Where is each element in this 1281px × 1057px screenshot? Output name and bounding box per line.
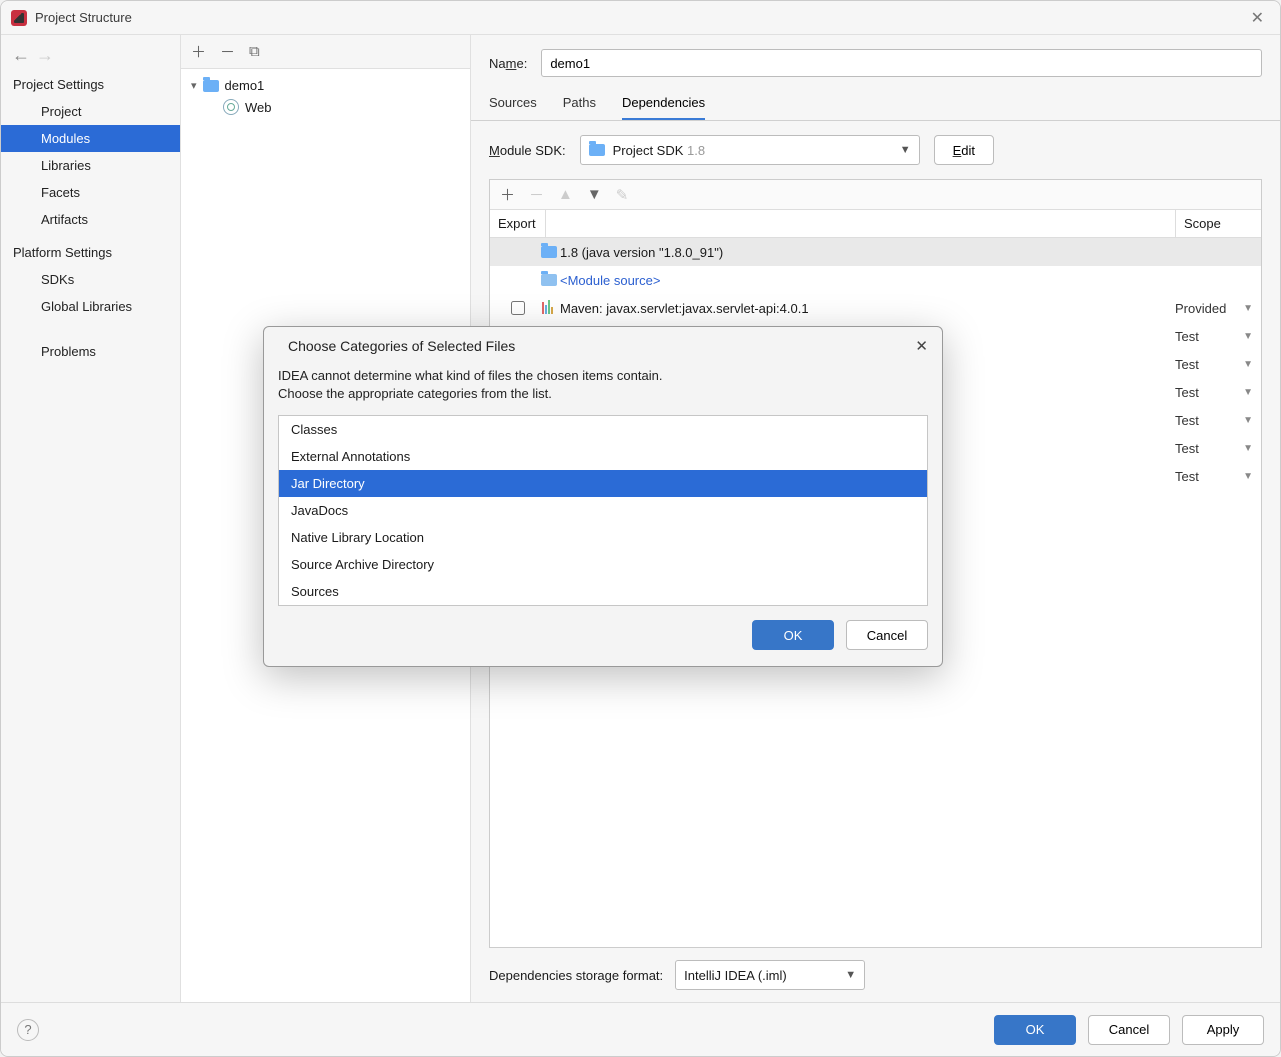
dependencies-toolbar: ＋ － ▲ ▼ ✎ — [490, 180, 1261, 210]
dialog-description: IDEA cannot determine what kind of files… — [264, 365, 942, 411]
sidebar-item-sdks[interactable]: SDKs — [1, 266, 180, 293]
dialog-footer: ? OK Cancel Apply — [1, 1002, 1280, 1056]
sidebar-item-modules[interactable]: Modules — [1, 125, 180, 152]
add-icon[interactable]: ＋ — [191, 41, 206, 62]
web-facet-icon — [223, 99, 239, 115]
dependency-row-module-source[interactable]: <Module source> — [490, 266, 1261, 294]
category-native-library[interactable]: Native Library Location — [279, 524, 927, 551]
storage-format-label: Dependencies storage format: — [489, 968, 663, 983]
scope-dropdown[interactable]: Test▼ — [1175, 441, 1253, 456]
sidebar-item-problems[interactable]: Problems — [1, 338, 180, 365]
ok-button[interactable]: OK — [994, 1015, 1076, 1045]
remove-dependency-icon[interactable]: － — [529, 184, 544, 205]
category-external-annotations[interactable]: External Annotations — [279, 443, 927, 470]
category-source-archive[interactable]: Source Archive Directory — [279, 551, 927, 578]
sidebar-item-project[interactable]: Project — [1, 98, 180, 125]
titlebar: Project Structure ✕ — [1, 1, 1280, 35]
scope-dropdown[interactable]: Test▼ — [1175, 469, 1253, 484]
sdk-folder-icon — [589, 144, 605, 156]
move-down-icon[interactable]: ▼ — [587, 186, 602, 203]
nav-back-icon[interactable]: ← — [11, 45, 31, 65]
dependency-row-sdk[interactable]: 1.8 (java version "1.8.0_91") — [490, 238, 1261, 266]
remove-icon[interactable]: － — [220, 41, 235, 62]
tree-node-label: demo1 — [225, 78, 265, 93]
dependency-name: Maven: javax.servlet:javax.servlet-api:4… — [560, 301, 1175, 316]
scope-dropdown[interactable]: Test▼ — [1175, 413, 1253, 428]
dependency-row-maven[interactable]: Maven: javax.servlet:javax.servlet-api:4… — [490, 294, 1261, 322]
header-export[interactable]: Export — [490, 210, 546, 237]
tree-node-label: Web — [245, 100, 272, 115]
window-title: Project Structure — [35, 10, 132, 25]
module-tabs: Sources Paths Dependencies — [471, 87, 1280, 121]
tab-paths[interactable]: Paths — [563, 87, 596, 120]
sidebar-item-global-libraries[interactable]: Global Libraries — [1, 293, 180, 320]
category-jar-directory[interactable]: Jar Directory — [279, 470, 927, 497]
edit-dependency-icon[interactable]: ✎ — [616, 186, 629, 204]
platform-settings-heading: Platform Settings — [1, 239, 180, 266]
scope-dropdown[interactable]: Provided▼ — [1175, 301, 1253, 316]
category-list[interactable]: Classes External Annotations Jar Directo… — [278, 415, 928, 606]
chevron-down-icon: ▼ — [900, 144, 911, 156]
sdk-value: Project SDK 1.8 — [613, 143, 706, 158]
dialog-ok-button[interactable]: OK — [752, 620, 834, 650]
cancel-button[interactable]: Cancel — [1088, 1015, 1170, 1045]
category-sources[interactable]: Sources — [279, 578, 927, 605]
dependency-name: 1.8 (java version "1.8.0_91") — [560, 245, 1253, 260]
copy-icon[interactable]: ⧉ — [249, 43, 260, 60]
close-icon[interactable]: ✕ — [1245, 6, 1270, 30]
close-icon[interactable]: ✕ — [915, 337, 928, 355]
chevron-down-icon[interactable]: ▾ — [191, 79, 197, 92]
storage-format-combo[interactable]: IntelliJ IDEA (.iml) ▼ — [675, 960, 865, 990]
scope-dropdown[interactable]: Test▼ — [1175, 385, 1253, 400]
module-folder-icon — [203, 80, 219, 92]
nav-forward-icon[interactable]: → — [35, 45, 55, 65]
settings-sidebar: ← → Project Settings Project Modules Lib… — [1, 35, 181, 1002]
apply-button[interactable]: Apply — [1182, 1015, 1264, 1045]
dialog-title: Choose Categories of Selected Files — [288, 338, 515, 354]
sidebar-item-libraries[interactable]: Libraries — [1, 152, 180, 179]
module-sdk-label: Module SDK: — [489, 143, 566, 158]
move-up-icon[interactable]: ▲ — [558, 186, 573, 203]
tree-node-demo1[interactable]: ▾ demo1 — [191, 75, 460, 96]
header-name — [546, 210, 1175, 237]
module-sdk-combo[interactable]: Project SDK 1.8 ▼ — [580, 135, 920, 165]
tab-sources[interactable]: Sources — [489, 87, 537, 120]
sidebar-item-facets[interactable]: Facets — [1, 179, 180, 206]
scope-dropdown[interactable]: Test▼ — [1175, 329, 1253, 344]
intellij-icon — [11, 10, 27, 26]
dependencies-header: Export Scope — [490, 210, 1261, 238]
module-name-input[interactable] — [541, 49, 1262, 77]
dependency-name: <Module source> — [560, 273, 1253, 288]
header-scope[interactable]: Scope — [1175, 210, 1261, 237]
dialog-cancel-button[interactable]: Cancel — [846, 620, 928, 650]
choose-categories-dialog: Choose Categories of Selected Files ✕ ID… — [263, 326, 943, 667]
edit-sdk-button[interactable]: Edit — [934, 135, 994, 165]
scope-dropdown[interactable]: Test▼ — [1175, 357, 1253, 372]
add-dependency-icon[interactable]: ＋ — [500, 184, 515, 205]
category-javadocs[interactable]: JavaDocs — [279, 497, 927, 524]
chevron-down-icon: ▼ — [845, 969, 856, 981]
storage-format-value: IntelliJ IDEA (.iml) — [684, 968, 787, 983]
help-icon[interactable]: ? — [17, 1019, 39, 1041]
name-label: Name: — [489, 56, 527, 71]
tree-toolbar: ＋ － ⧉ — [181, 35, 470, 69]
project-settings-heading: Project Settings — [1, 71, 180, 98]
sdk-folder-icon — [541, 246, 557, 258]
sidebar-item-artifacts[interactable]: Artifacts — [1, 206, 180, 233]
tab-dependencies[interactable]: Dependencies — [622, 87, 705, 120]
category-classes[interactable]: Classes — [279, 416, 927, 443]
source-folder-icon — [541, 274, 557, 286]
export-checkbox[interactable] — [511, 301, 525, 315]
tree-node-web[interactable]: Web — [191, 96, 460, 118]
library-icon — [542, 300, 556, 317]
